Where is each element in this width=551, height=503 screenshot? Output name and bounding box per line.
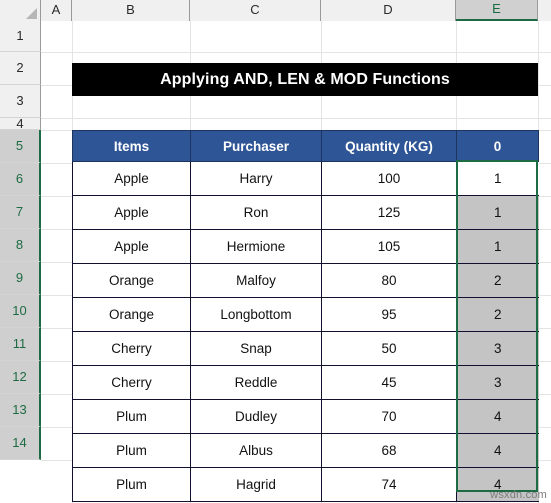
table-row: Plum Hagrid 74 4	[72, 467, 539, 502]
row-header-11[interactable]: 11	[0, 328, 41, 361]
cell-quantity[interactable]: 95	[321, 297, 457, 332]
watermark: wsxdn.com	[490, 489, 547, 501]
spreadsheet-grid: ABCDE 1 2 3 4 5 6 7 8 9 10 11 12 13 14 Applying AND, …	[0, 0, 551, 503]
cell-purchaser[interactable]: Longbottom	[190, 297, 322, 332]
row-header-3[interactable]: 3	[0, 85, 41, 118]
cell-purchaser[interactable]: Dudley	[190, 399, 322, 434]
cell-quantity[interactable]: 80	[321, 263, 457, 298]
cell-result[interactable]: 1	[456, 195, 539, 230]
table-row: Apple Hermione 105 1	[72, 229, 539, 264]
row-header-10[interactable]: 10	[0, 295, 41, 328]
column-header-d[interactable]: D	[321, 0, 456, 21]
cell-items[interactable]: Cherry	[72, 365, 191, 400]
cell-result[interactable]: 4	[456, 433, 539, 468]
title-banner: Applying AND, LEN & MOD Functions	[72, 63, 538, 96]
column-header-b[interactable]: B	[72, 0, 190, 21]
cell-quantity[interactable]: 50	[321, 331, 457, 366]
table-row: Orange Malfoy 80 2	[72, 263, 539, 298]
table-row: Plum Albus 68 4	[72, 433, 539, 468]
cell-purchaser[interactable]: Harry	[190, 161, 322, 196]
column-header-strip: ABCDE	[0, 0, 551, 21]
cell-items[interactable]: Plum	[72, 467, 191, 502]
table-row: Apple Ron 125 1	[72, 195, 539, 230]
cell-quantity[interactable]: 125	[321, 195, 457, 230]
cell-purchaser[interactable]: Snap	[190, 331, 322, 366]
table-row: Cherry Snap 50 3	[72, 331, 539, 366]
cell-result[interactable]: 2	[456, 263, 539, 298]
cell-result[interactable]: 1	[456, 161, 539, 196]
cell-quantity[interactable]: 68	[321, 433, 457, 468]
cell-quantity[interactable]: 45	[321, 365, 457, 400]
col-header-quantity[interactable]: Quantity (KG)	[321, 130, 457, 162]
table-row: Apple Harry 100 1	[72, 161, 539, 196]
cell-purchaser[interactable]: Albus	[190, 433, 322, 468]
row-header-12[interactable]: 12	[0, 361, 41, 394]
cell-items[interactable]: Plum	[72, 399, 191, 434]
cell-purchaser[interactable]: Ron	[190, 195, 322, 230]
cell-result[interactable]: 1	[456, 229, 539, 264]
cell-result[interactable]: 4	[456, 399, 539, 434]
cell-quantity[interactable]: 105	[321, 229, 457, 264]
cell-items[interactable]: Apple	[72, 229, 191, 264]
row-header-2[interactable]: 2	[0, 52, 41, 85]
row-header-4[interactable]: 4	[0, 117, 41, 130]
cell-items[interactable]: Cherry	[72, 331, 191, 366]
cell-result[interactable]: 3	[456, 331, 539, 366]
table-row: Plum Dudley 70 4	[72, 399, 539, 434]
row-header-13[interactable]: 13	[0, 394, 41, 427]
cell-purchaser[interactable]: Hermione	[190, 229, 322, 264]
cell-items[interactable]: Plum	[72, 433, 191, 468]
cell-result[interactable]: 3	[456, 365, 539, 400]
column-header-e[interactable]: E	[456, 0, 538, 21]
select-all-triangle-icon	[26, 8, 37, 19]
column-header-filler	[538, 0, 551, 21]
cell-items[interactable]: Apple	[72, 161, 191, 196]
banner-title-text: Applying AND, LEN & MOD Functions	[160, 70, 450, 88]
row-header-7[interactable]: 7	[0, 196, 41, 229]
data-table: Items Purchaser Quantity (KG) 0 Apple Har…	[72, 130, 539, 502]
cell-purchaser[interactable]: Reddle	[190, 365, 322, 400]
table-header-row: Items Purchaser Quantity (KG) 0	[72, 130, 539, 162]
row-header-9[interactable]: 9	[0, 262, 41, 295]
cell-purchaser[interactable]: Malfoy	[190, 263, 322, 298]
row-header-6[interactable]: 6	[0, 163, 41, 196]
row-header-strip: 1 2 3 4 5 6 7 8 9 10 11 12 13 14	[0, 21, 41, 460]
cell-items[interactable]: Orange	[72, 297, 191, 332]
table-row: Orange Longbottom 95 2	[72, 297, 539, 332]
cell-result[interactable]: 2	[456, 297, 539, 332]
cell-quantity[interactable]: 100	[321, 161, 457, 196]
row-header-14[interactable]: 14	[0, 427, 41, 460]
col-header-purchaser[interactable]: Purchaser	[190, 130, 322, 162]
row-header-1[interactable]: 1	[0, 21, 41, 52]
cell-quantity[interactable]: 74	[321, 467, 457, 502]
cell-purchaser[interactable]: Hagrid	[190, 467, 322, 502]
col-header-items[interactable]: Items	[72, 130, 191, 162]
col-header-result[interactable]: 0	[456, 130, 539, 162]
cell-items[interactable]: Apple	[72, 195, 191, 230]
row-header-5[interactable]: 5	[0, 130, 41, 163]
cell-items[interactable]: Orange	[72, 263, 191, 298]
row-header-8[interactable]: 8	[0, 229, 41, 262]
cell-quantity[interactable]: 70	[321, 399, 457, 434]
select-all-corner[interactable]	[0, 0, 41, 21]
column-header-c[interactable]: C	[190, 0, 321, 21]
table-row: Cherry Reddle 45 3	[72, 365, 539, 400]
column-header-a[interactable]: A	[41, 0, 72, 21]
